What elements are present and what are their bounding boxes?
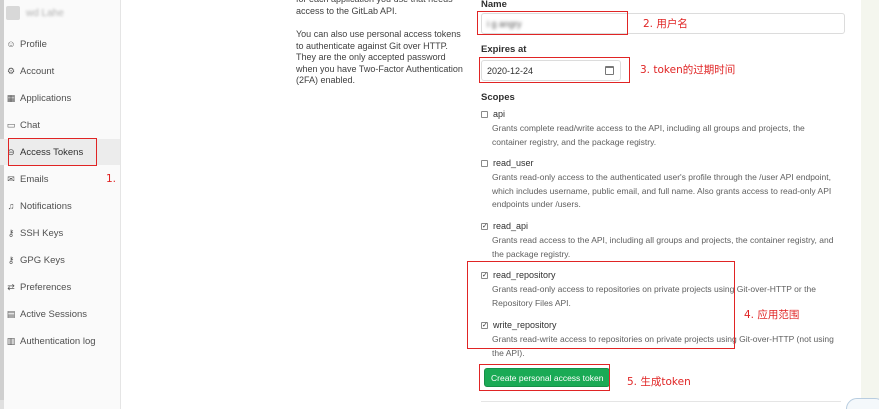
sidebar-item-profile[interactable]: ☺ Profile [0,31,120,57]
avatar[interactable] [6,6,20,20]
chat-icon: ▭ [6,119,16,130]
sidebar-item-label: Profile [20,38,47,50]
annotation-box-access-tokens [8,138,97,166]
sidebar-item-applications[interactable]: ▦ Applications [0,85,120,111]
settings-sidebar: wd Lahe ☺ Profile ⚙ Account ▦ Applicatio… [0,0,121,409]
annotation-5: 5. 生成token [627,376,691,388]
sidebar-item-label: Authentication log [20,335,96,347]
notification-icon: ♫ [7,201,15,211]
sidebar-user[interactable]: wd Lahe [6,5,64,21]
annotation-box-create [479,364,610,391]
scope-api-checkbox[interactable] [481,110,488,118]
annotation-4: 4. 应用范围 [744,309,800,321]
sidebar-item-label: Applications [20,92,72,104]
scope-api: api Grants complete read/write access to… [481,108,841,149]
annotation-box-expires [479,57,630,83]
profile-icon: ☺ [6,39,16,49]
annotation-2: 2. 用户名 [643,18,688,30]
email-icon: ✉ [7,173,15,184]
sidebar-item-chat[interactable]: ▭ Chat [0,112,120,138]
scope-name: read_api [493,221,529,231]
name-label: Name [481,0,507,10]
applications-icon: ▦ [6,92,16,103]
sidebar-item-account[interactable]: ⚙ Account [0,58,120,84]
sidebar-item-authentication-log[interactable]: ▥ Authentication log [0,328,120,354]
sidebar-item-label: Chat [20,119,41,131]
sidebar-item-label: SSH Keys [20,227,64,239]
scopes-label: Scopes [481,92,515,103]
scope-name: api [493,109,506,119]
annotation-1: 1. [106,173,117,185]
sidebar-item-emails[interactable]: ✉ Emails [0,166,120,192]
sidebar-item-label: Preferences [20,281,72,293]
scope-read-api-checkbox[interactable]: ✓ [481,222,488,230]
annotation-box-name [477,11,628,35]
sidebar-item-gpg-keys[interactable]: ⚷ GPG Keys [0,247,120,273]
key-icon: ⚷ [7,227,15,238]
key-icon: ⚷ [7,254,15,265]
scope-description: Grants read access to the API, including… [492,235,834,259]
annotation-3: 3. token的过期时间 [640,64,736,76]
sidebar-item-label: Account [20,65,55,77]
right-edge-panel [861,0,879,409]
sidebar-item-label: GPG Keys [20,254,65,266]
preferences-icon: ⇄ [7,281,15,292]
help-text-paragraph: You can also use personal access tokens … [296,29,463,85]
scope-description: Grants complete read/write access to the… [492,123,805,147]
account-icon: ⚙ [6,65,16,76]
sidebar-item-ssh-keys[interactable]: ⚷ SSH Keys [0,220,120,246]
sessions-icon: ▤ [6,308,16,319]
expires-label: Expires at [481,44,527,55]
annotation-box-scopes [467,261,735,349]
sidebar-item-label: Active Sessions [20,308,88,320]
sidebar-item-notifications[interactable]: ♫ Notifications [0,193,120,219]
sidebar-item-label: Emails [20,173,49,185]
scope-read-api: ✓ read_api Grants read access to the API… [481,220,841,261]
help-text-top: for each application you use that needs … [296,0,453,16]
scope-description: Grants read-only access to the authentic… [492,172,832,209]
scope-name: read_user [493,158,534,168]
sidebar-item-preferences[interactable]: ⇄ Preferences [0,274,120,300]
scope-read-user-checkbox[interactable] [481,159,488,167]
floating-widget[interactable] [846,398,879,409]
sidebar-item-active-sessions[interactable]: ▤ Active Sessions [0,301,120,327]
log-icon: ▥ [6,335,16,346]
sidebar-item-label: Notifications [20,200,72,212]
sidebar-username: wd Lahe [26,7,64,19]
scope-read-user: read_user Grants read-only access to the… [481,157,841,212]
form-divider [481,401,841,402]
